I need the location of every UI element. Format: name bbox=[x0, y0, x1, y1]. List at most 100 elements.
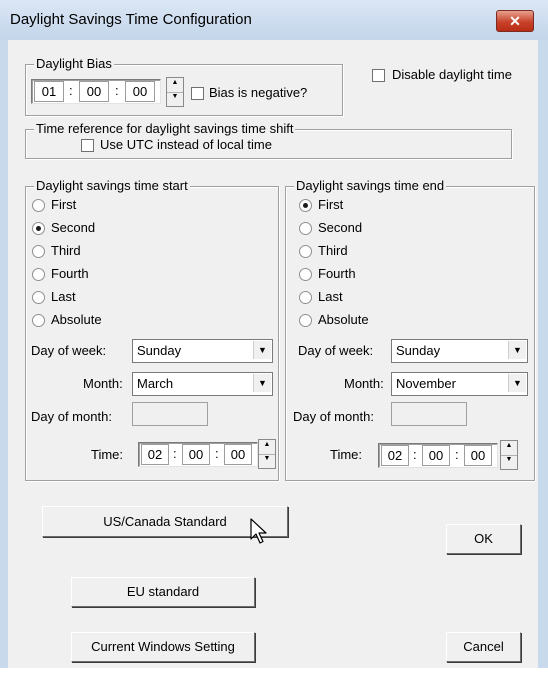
start-first-label: First bbox=[51, 197, 77, 212]
spin-down-icon[interactable]: ▼ bbox=[259, 454, 275, 468]
start-day-of-week-value: Sunday bbox=[137, 343, 182, 358]
bias-negative-checkbox[interactable] bbox=[191, 87, 204, 100]
end-third-radio[interactable] bbox=[299, 245, 312, 258]
dst-start-legend: Daylight savings time start bbox=[34, 178, 190, 193]
end-day-of-week-select[interactable]: Sunday ▼ bbox=[391, 339, 528, 363]
chevron-down-icon[interactable]: ▼ bbox=[253, 341, 271, 359]
close-button[interactable]: ✕ bbox=[496, 10, 534, 32]
end-last-radio[interactable] bbox=[299, 291, 312, 304]
window-bottom-border bbox=[0, 668, 548, 675]
spin-up-icon[interactable]: ▲ bbox=[501, 441, 517, 456]
start-fourth-radio[interactable] bbox=[32, 268, 45, 281]
use-utc-checkbox[interactable] bbox=[81, 139, 94, 152]
daylight-bias-group: Daylight Bias 01 : 00 : 00 ▲ ▼ Bias is n… bbox=[25, 56, 343, 116]
dialog-client-area: Daylight Bias 01 : 00 : 00 ▲ ▼ Bias is n… bbox=[8, 40, 538, 668]
start-second-label: Second bbox=[51, 220, 96, 235]
eu-standard-button[interactable]: EU standard bbox=[71, 577, 255, 607]
spin-up-icon[interactable]: ▲ bbox=[259, 440, 275, 455]
time-reference-group: Time reference for daylight savings time… bbox=[25, 121, 512, 159]
start-day-of-month-input[interactable] bbox=[132, 402, 208, 426]
use-utc-label: Use UTC instead of local time bbox=[100, 137, 272, 152]
end-time-label: Time: bbox=[330, 447, 363, 462]
dst-end-group: Daylight savings time end First Second T… bbox=[285, 178, 535, 481]
end-absolute-radio[interactable] bbox=[299, 314, 312, 327]
ok-label: OK bbox=[474, 531, 493, 546]
end-day-of-month-input[interactable] bbox=[391, 402, 467, 426]
start-month-select[interactable]: March ▼ bbox=[132, 372, 273, 396]
end-month-label: Month: bbox=[344, 376, 384, 391]
start-colon-1: : bbox=[173, 446, 177, 461]
bias-spinner[interactable]: ▲ ▼ bbox=[166, 77, 184, 107]
start-last-radio[interactable] bbox=[32, 291, 45, 304]
start-absolute-label: Absolute bbox=[51, 312, 102, 327]
daylight-bias-legend: Daylight Bias bbox=[34, 56, 114, 71]
spin-down-icon[interactable]: ▼ bbox=[501, 455, 517, 469]
end-time-spinner[interactable]: ▲ ▼ bbox=[500, 440, 518, 470]
end-time-field[interactable]: 02 : 00 : 00 bbox=[378, 443, 498, 468]
bias-minutes-input[interactable]: 00 bbox=[79, 81, 109, 102]
chevron-down-icon[interactable]: ▼ bbox=[508, 341, 526, 359]
arrow-cursor-icon bbox=[250, 518, 267, 544]
start-colon-2: : bbox=[215, 446, 219, 461]
start-last-label: Last bbox=[51, 289, 76, 304]
cancel-label: Cancel bbox=[463, 639, 504, 654]
start-seconds-input[interactable]: 00 bbox=[224, 444, 252, 465]
dst-end-legend: Daylight savings time end bbox=[294, 178, 447, 193]
start-month-value: March bbox=[137, 376, 174, 391]
dialog-window: Daylight Savings Time Configuration ✕ Da… bbox=[0, 0, 548, 675]
end-first-radio[interactable] bbox=[299, 199, 312, 212]
end-first-label: First bbox=[318, 197, 344, 212]
end-hours-input[interactable]: 02 bbox=[381, 445, 409, 466]
dst-start-group: Daylight savings time start First Second… bbox=[25, 178, 279, 481]
cancel-button[interactable]: Cancel bbox=[446, 632, 521, 662]
end-day-of-week-label: Day of week: bbox=[298, 343, 374, 358]
disable-daylight-checkbox[interactable] bbox=[372, 69, 385, 82]
bias-hours-input[interactable]: 01 bbox=[34, 81, 64, 102]
end-minutes-input[interactable]: 00 bbox=[422, 445, 450, 466]
end-second-radio[interactable] bbox=[299, 222, 312, 235]
chevron-down-icon[interactable]: ▼ bbox=[508, 374, 526, 392]
start-time-label: Time: bbox=[91, 447, 124, 462]
start-fourth-label: Fourth bbox=[51, 266, 89, 281]
title-bar[interactable]: Daylight Savings Time Configuration ✕ bbox=[0, 0, 548, 40]
start-first-radio[interactable] bbox=[32, 199, 45, 212]
bias-negative-label: Bias is negative? bbox=[209, 85, 308, 100]
end-fourth-label: Fourth bbox=[318, 266, 356, 281]
current-windows-setting-label: Current Windows Setting bbox=[91, 639, 235, 654]
end-day-of-month-label: Day of month: bbox=[293, 409, 374, 424]
end-seconds-input[interactable]: 00 bbox=[464, 445, 492, 466]
eu-standard-label: EU standard bbox=[126, 584, 200, 599]
chevron-down-icon[interactable]: ▼ bbox=[253, 374, 271, 392]
start-time-spinner[interactable]: ▲ ▼ bbox=[258, 439, 276, 469]
start-time-field[interactable]: 02 : 00 : 00 bbox=[138, 442, 258, 467]
spin-down-icon[interactable]: ▼ bbox=[167, 92, 183, 106]
start-third-radio[interactable] bbox=[32, 245, 45, 258]
end-month-select[interactable]: November ▼ bbox=[391, 372, 528, 396]
start-absolute-radio[interactable] bbox=[32, 314, 45, 327]
ok-button[interactable]: OK bbox=[446, 524, 521, 554]
start-minutes-input[interactable]: 00 bbox=[182, 444, 210, 465]
end-month-value: November bbox=[396, 376, 456, 391]
start-hours-input[interactable]: 02 bbox=[141, 444, 169, 465]
end-fourth-radio[interactable] bbox=[299, 268, 312, 281]
bias-seconds-input[interactable]: 00 bbox=[125, 81, 155, 102]
start-day-of-week-label: Day of week: bbox=[31, 343, 107, 358]
end-day-of-week-value: Sunday bbox=[396, 343, 441, 358]
end-last-label: Last bbox=[318, 289, 343, 304]
bias-colon-2: : bbox=[115, 83, 119, 98]
start-month-label: Month: bbox=[83, 376, 123, 391]
bias-time-field[interactable]: 01 : 00 : 00 bbox=[31, 79, 161, 104]
end-second-label: Second bbox=[318, 220, 363, 235]
disable-daylight-label: Disable daylight time bbox=[392, 67, 512, 82]
current-windows-setting-button[interactable]: Current Windows Setting bbox=[71, 632, 255, 662]
bias-colon-1: : bbox=[69, 83, 73, 98]
end-colon-2: : bbox=[455, 447, 459, 462]
start-third-label: Third bbox=[51, 243, 81, 258]
start-day-of-month-label: Day of month: bbox=[31, 409, 112, 424]
start-second-radio[interactable] bbox=[32, 222, 45, 235]
spin-up-icon[interactable]: ▲ bbox=[167, 78, 183, 93]
time-reference-legend: Time reference for daylight savings time… bbox=[34, 121, 296, 136]
start-day-of-week-select[interactable]: Sunday ▼ bbox=[132, 339, 273, 363]
end-third-label: Third bbox=[318, 243, 348, 258]
end-colon-1: : bbox=[413, 447, 417, 462]
